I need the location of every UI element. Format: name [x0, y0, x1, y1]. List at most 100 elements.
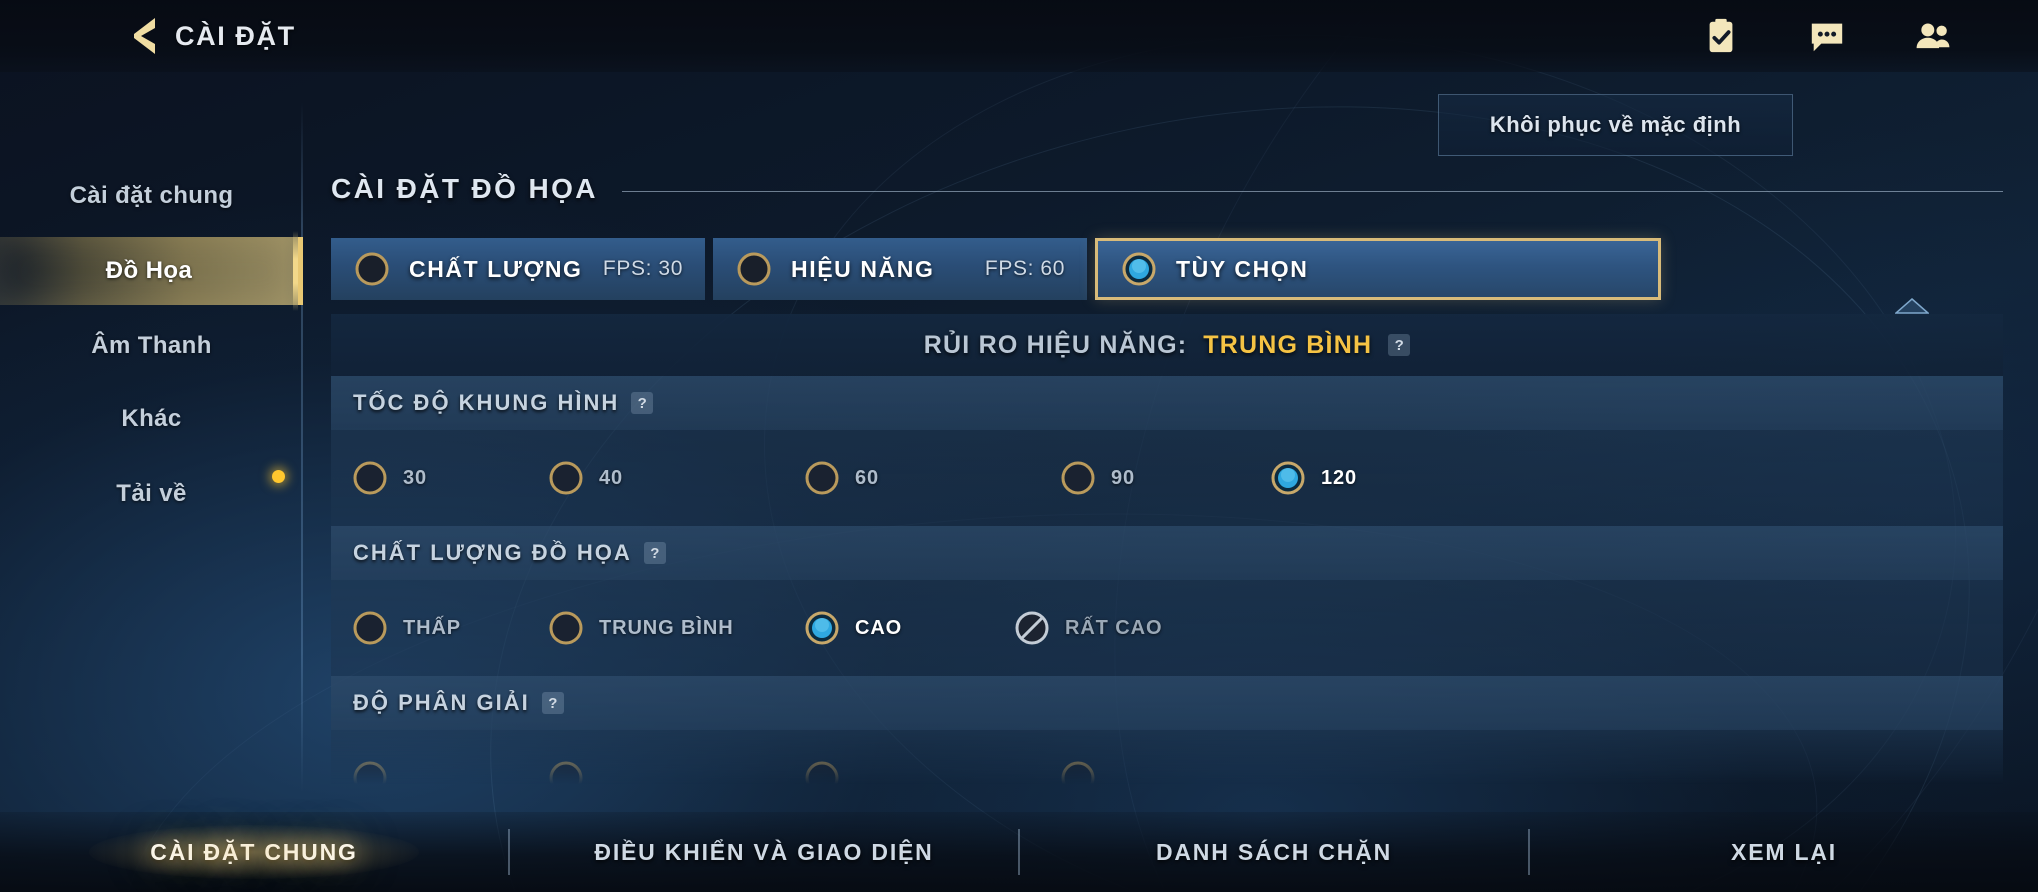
- option-group-resolution: ĐỘ PHÂN GIẢI ?: [331, 676, 2003, 784]
- sidebar-item-audio[interactable]: Âm Thanh: [0, 312, 303, 380]
- option-label: 30: [403, 466, 428, 489]
- option-label: TRUNG BÌNH: [599, 616, 734, 639]
- graphics-options-panel: RỦI RO HIỆU NĂNG: TRUNG BÌNH ? TỐC ĐỘ KH…: [331, 314, 2003, 784]
- radio-unselected-icon: [805, 461, 839, 495]
- group-title: TỐC ĐỘ KHUNG HÌNH: [353, 390, 620, 415]
- option-label: CAO: [855, 616, 903, 639]
- radio-unselected-icon: [549, 611, 583, 645]
- option-quality-medium[interactable]: TRUNG BÌNH: [549, 611, 805, 645]
- bottom-tab-general-settings[interactable]: CÀI ĐẶT CHUNG: [0, 812, 508, 892]
- bottom-tab-replay[interactable]: XEM LẠI: [1530, 812, 2038, 892]
- radio-selected-icon: [1122, 252, 1156, 286]
- download-notification-dot: [272, 470, 285, 483]
- preset-tab-quality[interactable]: CHẤT LƯỢNG FPS: 30: [331, 238, 705, 300]
- radio-unselected-icon: [353, 611, 387, 645]
- sidebar-item-general[interactable]: Cài đặt chung: [0, 162, 303, 230]
- graphics-preset-tabs: CHẤT LƯỢNG FPS: 30 HIỆU NĂNG FPS: 60 TÙY…: [331, 238, 2003, 300]
- top-icon-group: [1702, 10, 1952, 62]
- option-quality-low[interactable]: THẤP: [353, 611, 549, 645]
- group-header: ĐỘ PHÂN GIẢI ?: [331, 676, 2003, 730]
- settings-screen: CÀI ĐẶT Cài đặt chung Đồ Họa Âm Thanh Kh…: [0, 0, 2038, 892]
- performance-risk-row: RỦI RO HIỆU NĂNG: TRUNG BÌNH ?: [331, 314, 2003, 376]
- option-resolution-3[interactable]: [805, 761, 1061, 784]
- option-frame-rate-40[interactable]: 40: [549, 461, 805, 495]
- preset-label: TÙY CHỌN: [1176, 255, 1309, 282]
- bottom-tab-bar: CÀI ĐẶT CHUNG ĐIỀU KHIỂN VÀ GIAO DIỆN DA…: [0, 812, 2038, 892]
- option-row: 30 40 60 90 120: [331, 430, 2003, 526]
- clipboard-check-icon[interactable]: [1702, 17, 1740, 55]
- radio-selected-icon: [1271, 461, 1305, 495]
- sidebar: Cài đặt chung Đồ Họa Âm Thanh Khác Tải v…: [0, 72, 303, 812]
- performance-risk-value: TRUNG BÌNH: [1203, 330, 1373, 359]
- bottom-tab-label: DANH SÁCH CHẶN: [1155, 838, 1393, 865]
- chat-bubble-icon[interactable]: [1808, 17, 1846, 55]
- help-icon[interactable]: ?: [631, 392, 654, 414]
- radio-unselected-icon: [805, 761, 839, 784]
- sidebar-item-label: Âm Thanh: [91, 332, 212, 359]
- sidebar-item-label: Tải về: [116, 480, 187, 507]
- sidebar-item-label: Cài đặt chung: [69, 182, 234, 209]
- option-label: 40: [599, 466, 624, 489]
- radio-unselected-icon: [355, 252, 389, 286]
- graphics-section-header: CÀI ĐẶT ĐỒ HỌA: [331, 172, 2003, 206]
- option-group-graphics-quality: CHẤT LƯỢNG ĐỒ HỌA ? THẤP TRUNG BÌNH CAO …: [331, 526, 2003, 676]
- preset-fps: FPS: 60: [984, 257, 1065, 280]
- content-area: Khôi phục về mặc định CÀI ĐẶT ĐỒ HỌA CHẤ…: [303, 72, 2038, 812]
- option-label: 60: [855, 466, 880, 489]
- option-label: RẤT CAO: [1065, 616, 1163, 639]
- restore-defaults-label: Khôi phục về mặc định: [1489, 112, 1742, 137]
- group-title: ĐỘ PHÂN GIẢI: [353, 690, 530, 715]
- radio-unselected-icon: [353, 761, 387, 784]
- top-bar: CÀI ĐẶT: [0, 0, 2038, 72]
- sidebar-item-download[interactable]: Tải về: [0, 460, 303, 528]
- sidebar-item-graphics[interactable]: Đồ Họa: [0, 231, 303, 311]
- page-title: CÀI ĐẶT: [175, 20, 296, 51]
- bottom-tab-controls-ui[interactable]: ĐIỀU KHIỂN VÀ GIAO DIỆN: [510, 812, 1018, 892]
- option-quality-high[interactable]: CAO: [805, 611, 1015, 645]
- friends-icon[interactable]: [1914, 17, 1952, 55]
- back-button[interactable]: CÀI ĐẶT: [131, 8, 296, 64]
- radio-unselected-icon: [549, 761, 583, 784]
- radio-selected-icon: [805, 611, 839, 645]
- option-frame-rate-60[interactable]: 60: [805, 461, 1061, 495]
- performance-risk-label: RỦI RO HIỆU NĂNG:: [923, 330, 1188, 359]
- bottom-tab-block-list[interactable]: DANH SÁCH CHẶN: [1020, 812, 1528, 892]
- option-frame-rate-90[interactable]: 90: [1061, 461, 1271, 495]
- radio-unselected-icon: [1061, 461, 1095, 495]
- preset-label: HIỆU NĂNG: [791, 255, 935, 282]
- radio-unselected-icon: [353, 461, 387, 495]
- group-header: CHẤT LƯỢNG ĐỒ HỌA ?: [331, 526, 2003, 580]
- help-icon[interactable]: ?: [643, 542, 666, 564]
- section-rule: [621, 190, 2003, 192]
- option-group-frame-rate: TỐC ĐỘ KHUNG HÌNH ? 30 40 60 90 120: [331, 376, 2003, 526]
- bottom-tab-label: ĐIỀU KHIỂN VÀ GIAO DIỆN: [594, 838, 934, 865]
- graphics-section-title: CÀI ĐẶT ĐỒ HỌA: [331, 173, 598, 204]
- sidebar-item-other[interactable]: Khác: [0, 385, 303, 453]
- option-resolution-2[interactable]: [549, 761, 805, 784]
- radio-unselected-icon: [1061, 761, 1095, 784]
- selected-preset-pointer-icon: [1895, 298, 1929, 314]
- group-header: TỐC ĐỘ KHUNG HÌNH ?: [331, 376, 2003, 430]
- sidebar-item-label: Khác: [121, 405, 182, 432]
- radio-unselected-icon: [737, 252, 771, 286]
- option-resolution-1[interactable]: [353, 761, 549, 784]
- preset-tab-performance[interactable]: HIỆU NĂNG FPS: 60: [713, 238, 1087, 300]
- option-label: 90: [1111, 466, 1136, 489]
- preset-tab-custom[interactable]: TÙY CHỌN: [1095, 238, 1661, 300]
- preset-label: CHẤT LƯỢNG: [409, 255, 583, 282]
- option-row: [331, 730, 2003, 784]
- help-icon[interactable]: ?: [1388, 334, 1411, 356]
- option-frame-rate-120[interactable]: 120: [1271, 461, 1357, 495]
- bottom-tab-label: XEM LẠI: [1731, 838, 1837, 865]
- help-icon[interactable]: ?: [541, 692, 564, 714]
- option-quality-very-high[interactable]: RẤT CAO: [1015, 611, 1162, 645]
- chevron-left-icon: [134, 18, 155, 54]
- preset-fps: FPS: 30: [602, 257, 683, 280]
- sidebar-item-label: Đồ Họa: [105, 257, 193, 284]
- group-title: CHẤT LƯỢNG ĐỒ HỌA: [353, 540, 632, 565]
- option-frame-rate-30[interactable]: 30: [353, 461, 549, 495]
- option-resolution-4[interactable]: [1061, 761, 1111, 784]
- restore-defaults-button[interactable]: Khôi phục về mặc định: [1438, 94, 1793, 156]
- option-row: THẤP TRUNG BÌNH CAO RẤT CAO: [331, 580, 2003, 676]
- option-label: THẤP: [403, 616, 462, 639]
